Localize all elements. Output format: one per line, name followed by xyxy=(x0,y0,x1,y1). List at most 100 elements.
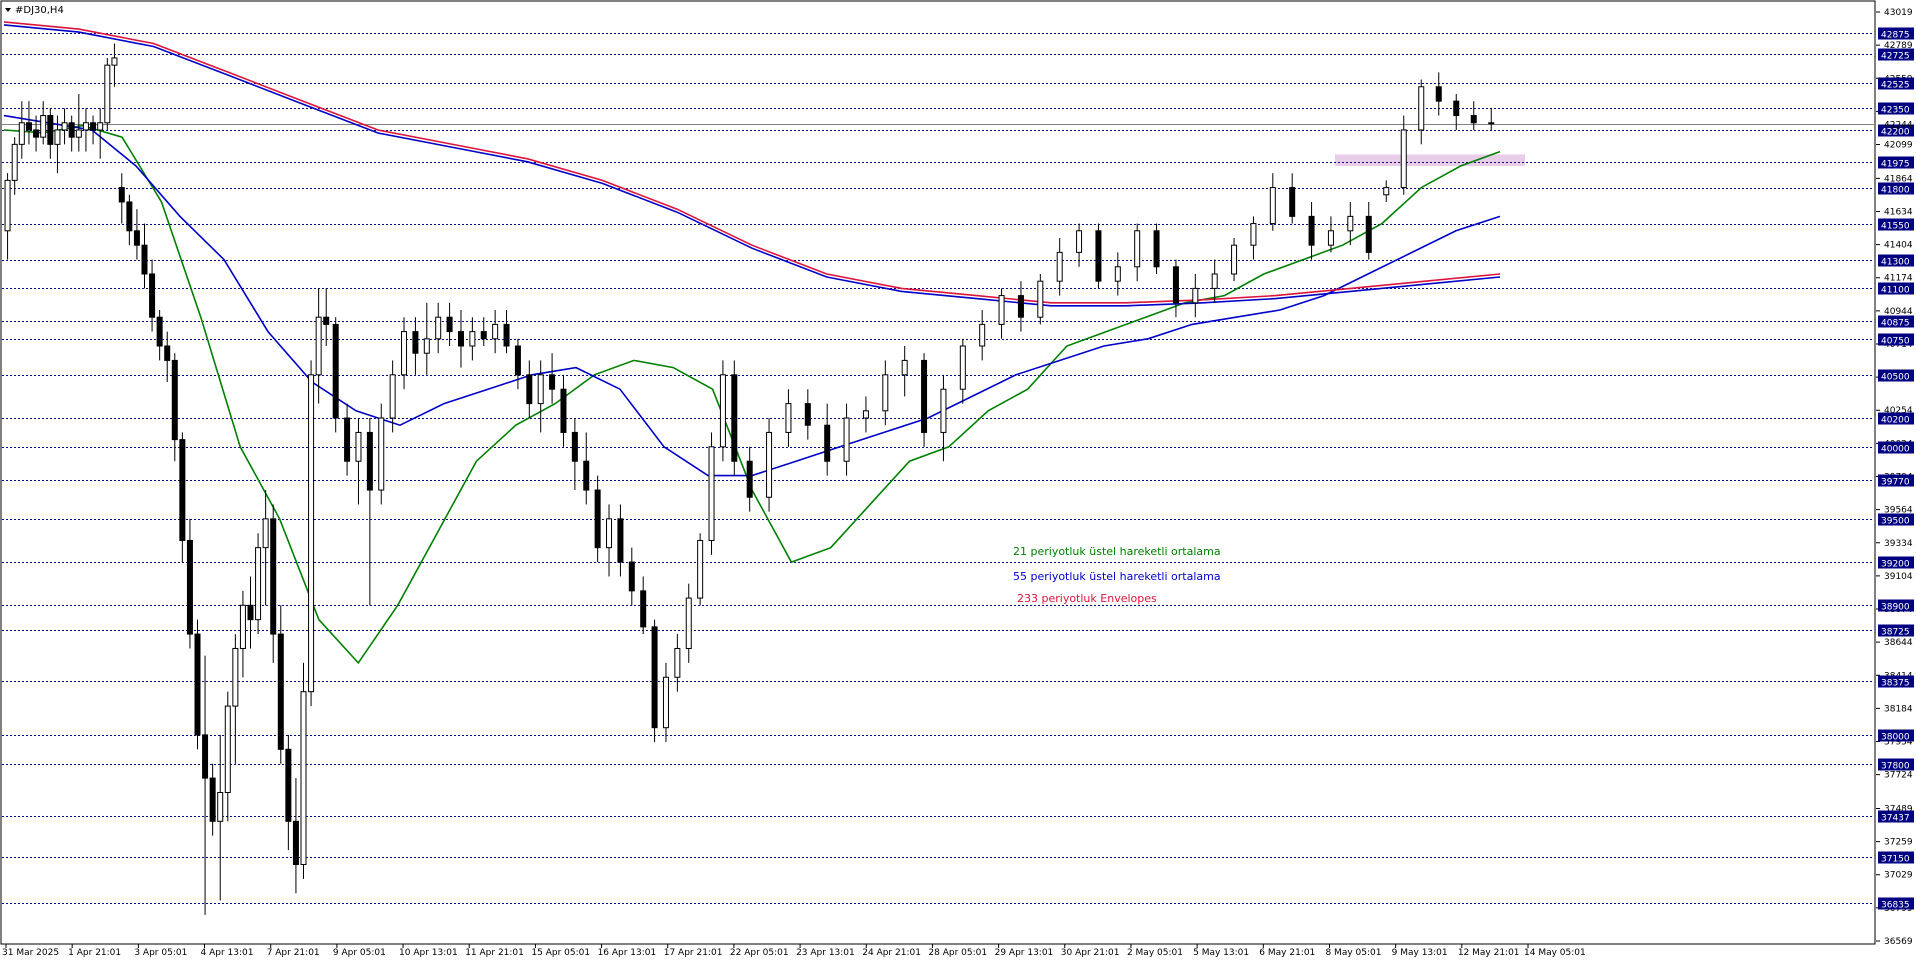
level-label: 41100 xyxy=(1881,286,1910,296)
level-label: 41550 xyxy=(1881,222,1910,232)
time-tick-label: 31 Mar 2025 xyxy=(2,948,59,958)
candle-body-bear xyxy=(731,374,738,462)
candle-body-bull xyxy=(862,410,869,419)
price-chart[interactable]: 4301942789425594232942099418644163441404… xyxy=(0,0,1916,963)
candle-body-bull xyxy=(1327,230,1334,246)
time-tick-label: 24 Apr 21:01 xyxy=(862,948,921,958)
candle xyxy=(104,57,111,130)
candle-body-bull xyxy=(308,374,315,693)
level-label: 39770 xyxy=(1881,478,1910,488)
candle-body-bull xyxy=(355,431,362,462)
candle-body-bull xyxy=(232,647,239,707)
price-tick-label: 37724 xyxy=(1884,771,1913,781)
candle xyxy=(1095,223,1102,289)
candle-body-bull xyxy=(901,359,908,376)
candle xyxy=(255,533,262,635)
level-label: 42875 xyxy=(1881,31,1910,41)
candle-body-bear xyxy=(1470,115,1477,124)
candle-body-bull xyxy=(104,64,111,124)
candle-body-bull xyxy=(469,331,476,347)
candle-body-bear xyxy=(571,431,578,462)
candle-body-bull xyxy=(1037,280,1044,318)
candle xyxy=(708,432,715,555)
candle-body-bear xyxy=(412,331,419,354)
candle-body-bull xyxy=(1211,273,1218,289)
level-label: 39500 xyxy=(1881,517,1910,527)
level-label: 40875 xyxy=(1881,319,1910,329)
candle-body-bull xyxy=(224,705,231,794)
time-tick-label: 28 Apr 05:01 xyxy=(928,948,987,958)
candle-body-bear xyxy=(90,122,97,131)
candle-body-bull xyxy=(1269,187,1276,225)
candle-body-bull xyxy=(843,417,850,462)
candle-body-bull xyxy=(1134,230,1141,268)
candle-body-bull xyxy=(1056,251,1063,282)
candle-body-bull xyxy=(300,691,307,866)
time-tick-label: 9 May 13:01 xyxy=(1392,948,1448,958)
time-tick-label: 29 Apr 13:01 xyxy=(995,948,1054,958)
candle-body-bull xyxy=(18,122,25,145)
candle-body-bull xyxy=(766,431,773,498)
current-price-label: 42244 xyxy=(1884,121,1913,131)
level-label: 37150 xyxy=(1881,855,1910,865)
candle-body-bull xyxy=(674,647,681,678)
candle-body-bull xyxy=(1114,266,1121,282)
candle-body-bear xyxy=(126,201,133,232)
candle-body-bear xyxy=(247,604,254,621)
candle-body-bull xyxy=(378,417,385,491)
candle-body-bear xyxy=(156,316,163,347)
price-tick-label: 40944 xyxy=(1884,307,1913,317)
level-label: 38375 xyxy=(1881,679,1910,689)
highlight-zone xyxy=(1335,154,1525,166)
level-label: 36835 xyxy=(1881,901,1910,911)
time-tick-label: 22 Apr 05:01 xyxy=(730,948,789,958)
time-tick-label: 1 Apr 21:01 xyxy=(68,948,121,958)
level-label: 42525 xyxy=(1881,81,1910,91)
candle xyxy=(308,360,315,707)
candle-body-bear xyxy=(514,345,521,376)
chart-title: #DJ30,H4 xyxy=(15,5,64,16)
level-label: 37800 xyxy=(1881,762,1910,772)
candle-body-bull xyxy=(40,115,47,138)
candle-body-bull xyxy=(1400,129,1407,189)
candle-body-bear xyxy=(1095,230,1102,282)
candle-body-bear xyxy=(746,460,753,498)
candle-body-bull xyxy=(1192,287,1199,304)
level-label: 38000 xyxy=(1881,733,1910,743)
time-tick-label: 6 May 21:01 xyxy=(1259,948,1315,958)
candle-body-bear xyxy=(202,734,209,779)
time-tick-label: 15 Apr 05:01 xyxy=(531,948,590,958)
candle-body-bull xyxy=(75,129,82,138)
time-tick-label: 2 May 05:01 xyxy=(1127,948,1183,958)
candle-body-bear xyxy=(1308,215,1315,246)
candle-body-bear xyxy=(549,374,556,390)
candle-body-bull xyxy=(389,374,396,419)
candle-body-bear xyxy=(171,359,178,441)
candle-body-bear xyxy=(628,561,635,592)
candle-body-bear xyxy=(141,244,148,275)
candle-body-bear xyxy=(1435,86,1442,102)
candle-body-bull xyxy=(606,518,613,549)
candle-body-bull xyxy=(1383,187,1390,196)
candle-body-bear xyxy=(446,316,453,333)
candle-body-bull xyxy=(97,122,104,131)
candle-body-bear xyxy=(804,403,811,426)
candle-body-bear xyxy=(366,431,373,491)
level-label: 42350 xyxy=(1881,106,1910,116)
candle-body-bear xyxy=(270,518,277,635)
time-tick-label: 5 May 13:01 xyxy=(1193,948,1249,958)
candle-body-bull xyxy=(708,446,715,541)
candle-body-bear xyxy=(33,129,40,138)
candle-body-bull xyxy=(262,518,269,549)
candle-body-bear xyxy=(1488,122,1495,125)
level-label: 37437 xyxy=(1881,814,1910,824)
candle-body-bull xyxy=(1076,230,1083,253)
candle-body-bull xyxy=(11,143,18,181)
chart-window[interactable]: 4301942789425594232942099418644163441404… xyxy=(0,0,1916,963)
candle-body-bear xyxy=(1017,295,1024,318)
candle-body-bear xyxy=(480,331,487,340)
candle-body-bear xyxy=(164,345,171,361)
candle-body-bull xyxy=(111,57,118,66)
candle-body-bear xyxy=(149,273,156,318)
candle-body-bear xyxy=(118,187,125,203)
